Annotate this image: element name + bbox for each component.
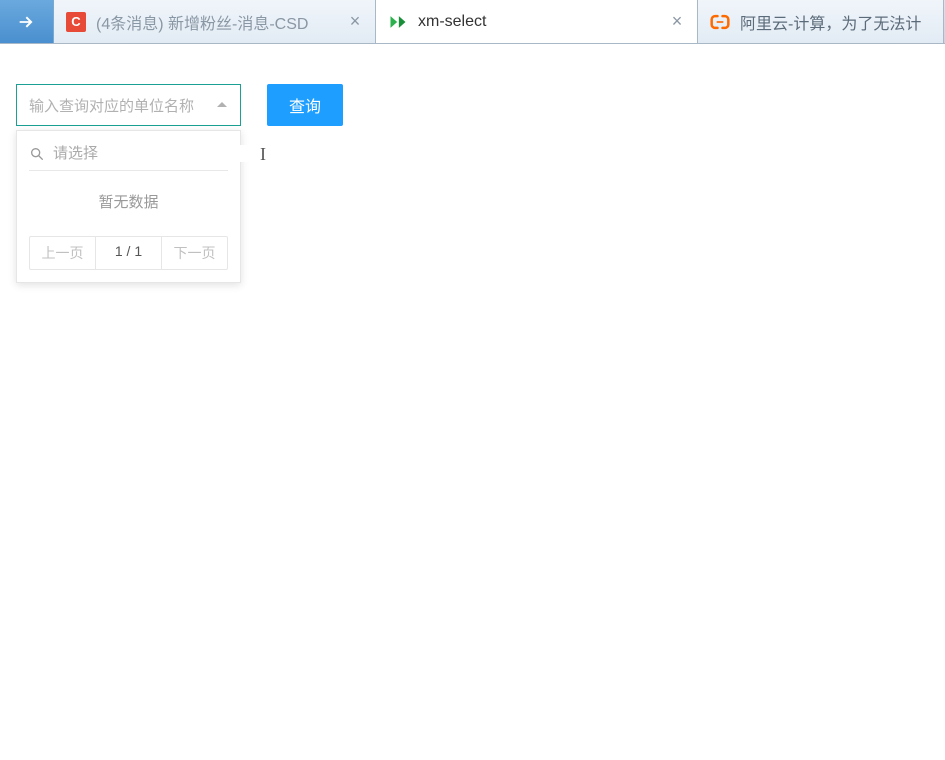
page-content: 输入查询对应的单位名称 I 暂无数据 上一页 1 [0,44,945,126]
dropdown-search-input[interactable] [53,145,252,162]
pager-page-indicator: 1 / 1 [95,237,161,269]
browser-tab-bar: C (4条消息) 新增粉丝-消息-CSD × xm-select × 阿里云-计… [0,0,945,44]
xm-favicon [388,12,408,32]
tab-title: xm-select [418,13,659,31]
aliyun-favicon [710,12,730,32]
close-tab-icon[interactable]: × [347,14,363,30]
unit-select-dropdown: I 暂无数据 上一页 1 / 1 下一页 [16,130,241,283]
tab-title: (4条消息) 新增粉丝-消息-CSD [96,10,337,34]
pager-prev-button[interactable]: 上一页 [30,237,95,269]
text-cursor-icon: I [260,146,266,162]
caret-up-icon [216,99,228,111]
dropdown-empty-text: 暂无数据 [29,171,228,236]
browser-tab-csdn[interactable]: C (4条消息) 新增粉丝-消息-CSD × [54,0,376,43]
query-button[interactable]: 查询 [267,84,343,126]
tab-title: 阿里云-计算，为了无法计 [740,10,931,34]
dropdown-pagination: 上一页 1 / 1 下一页 [29,236,228,270]
browser-forward-button[interactable] [0,0,54,43]
search-icon [29,146,45,162]
csdn-favicon: C [66,12,86,32]
arrow-right-icon [16,11,38,33]
dropdown-search-row: I [29,141,228,171]
browser-tab-aliyun[interactable]: 阿里云-计算，为了无法计 [698,0,944,43]
close-tab-icon[interactable]: × [669,14,685,30]
pager-next-button[interactable]: 下一页 [161,237,227,269]
unit-select-placeholder: 输入查询对应的单位名称 [29,95,216,116]
query-row: 输入查询对应的单位名称 I 暂无数据 上一页 1 [16,84,945,126]
unit-select-wrap: 输入查询对应的单位名称 I 暂无数据 上一页 1 [16,84,241,126]
browser-tab-xm-select[interactable]: xm-select × [376,0,698,43]
unit-select[interactable]: 输入查询对应的单位名称 [16,84,241,126]
